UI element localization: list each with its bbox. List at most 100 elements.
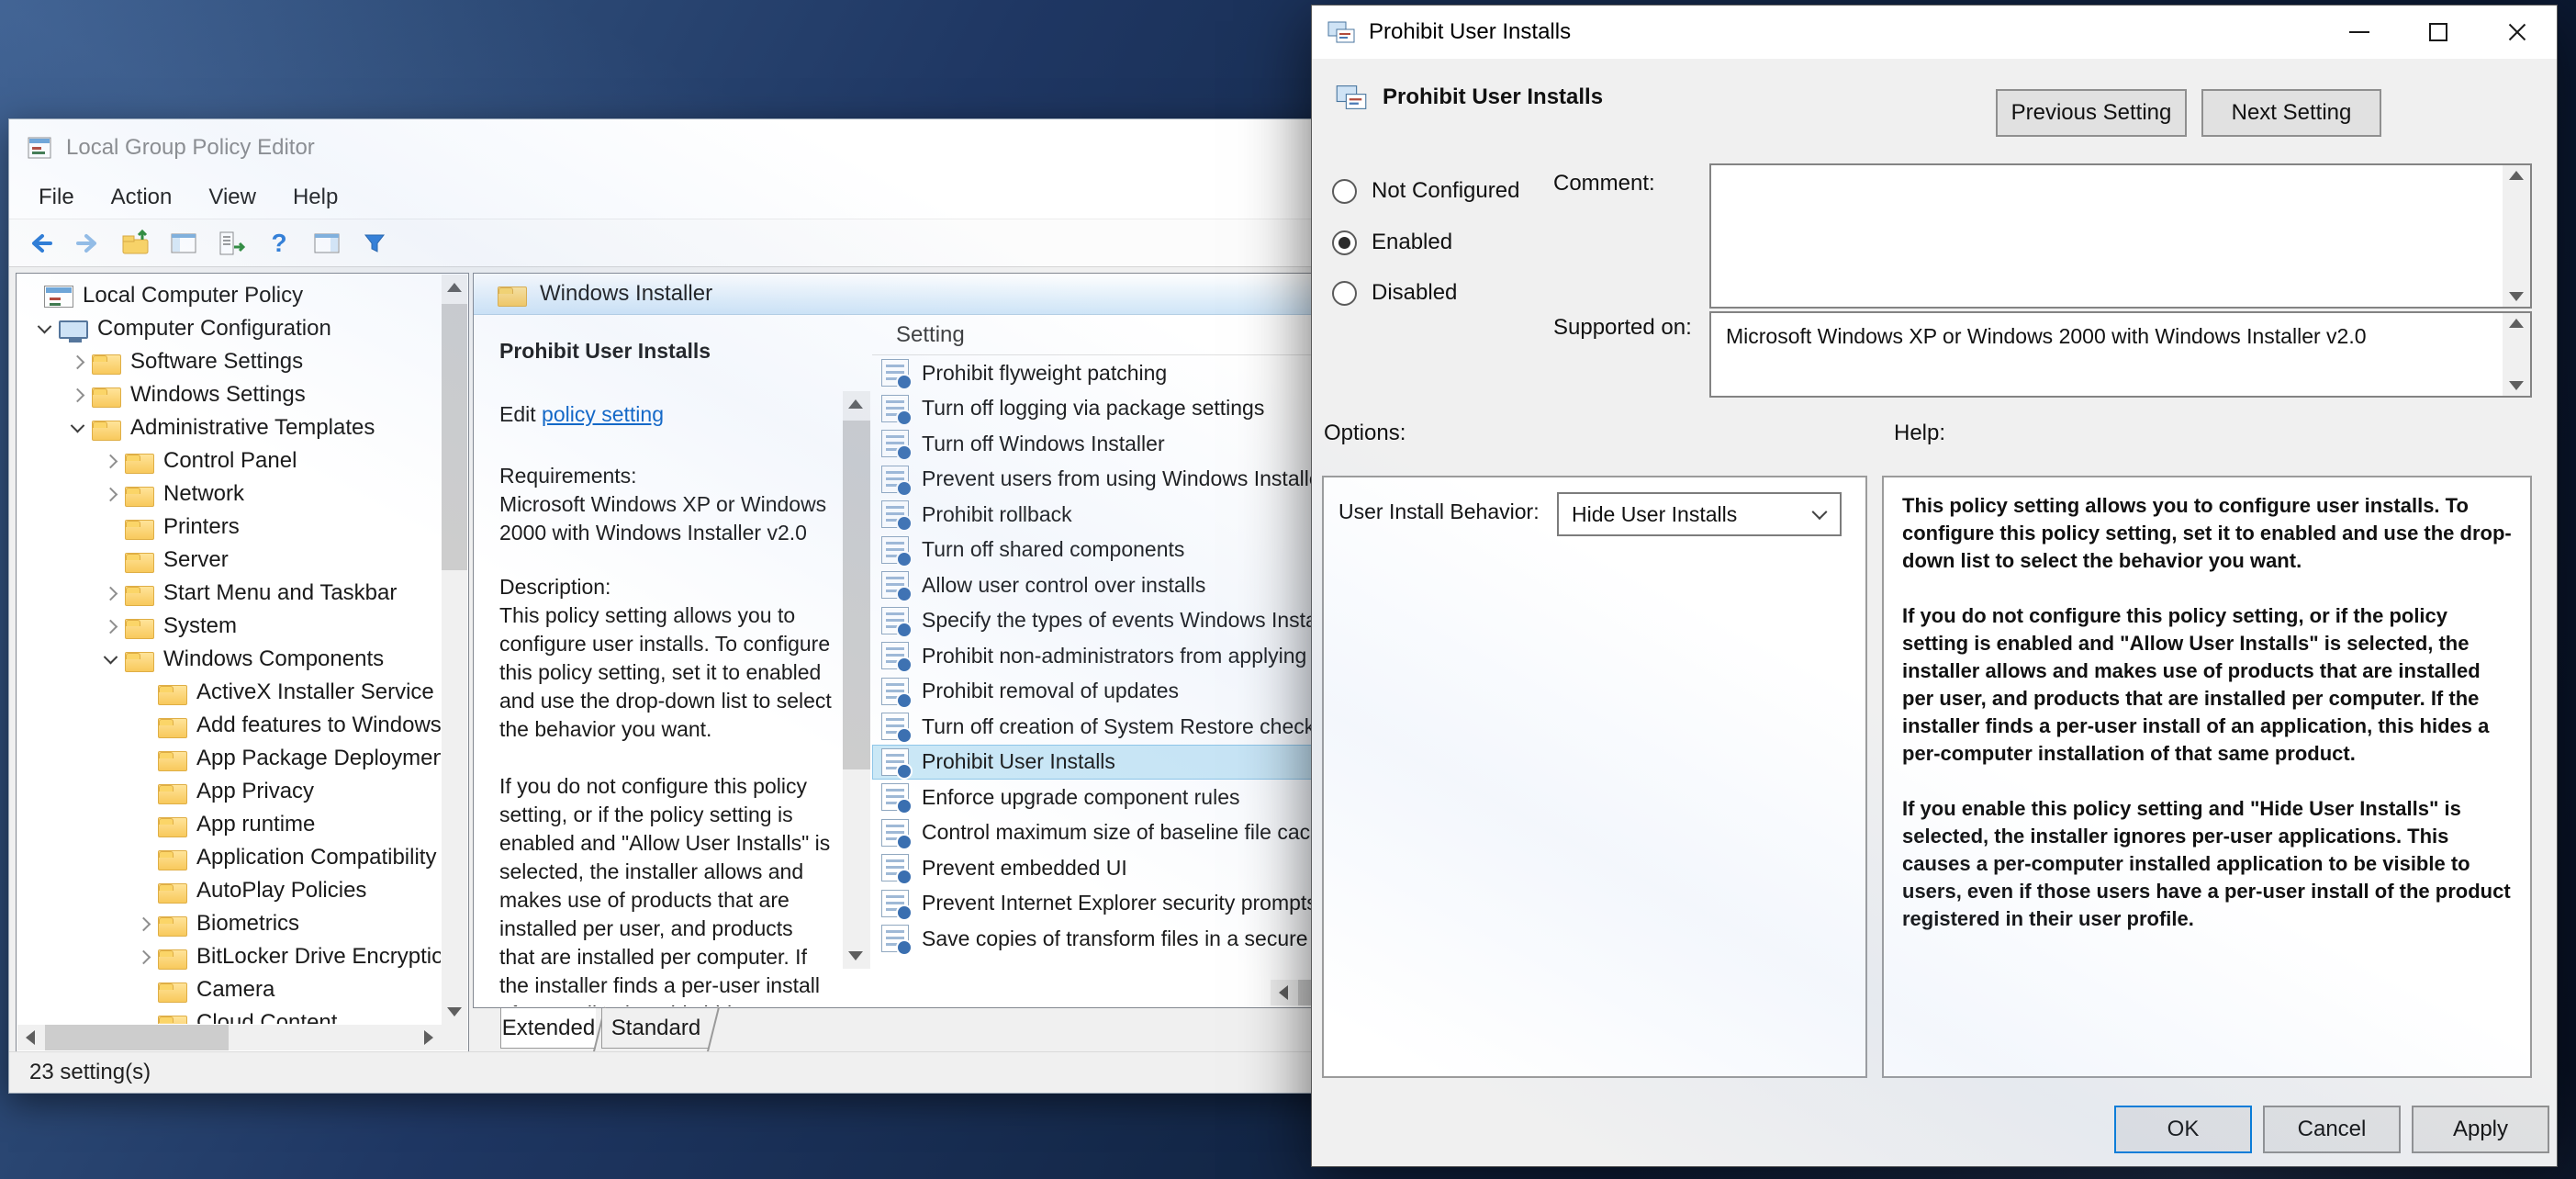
scroll-left-icon[interactable]	[1271, 980, 1296, 1005]
scroll-down-icon[interactable]	[843, 943, 868, 969]
tree-item[interactable]: App Privacy	[17, 775, 441, 808]
tree-item[interactable]: Windows Settings	[17, 378, 441, 411]
minimize-icon[interactable]	[2320, 6, 2399, 59]
forward-icon[interactable]	[72, 227, 105, 260]
list-item[interactable]: Prohibit removal of updates	[872, 674, 1386, 710]
scroll-up-icon[interactable]	[843, 391, 868, 417]
comment-input[interactable]	[1709, 163, 2532, 309]
menu-view[interactable]: View	[190, 185, 274, 210]
tree-item[interactable]: Add features to Windows 10	[17, 709, 441, 742]
chevron-expanded-icon[interactable]	[62, 423, 92, 433]
close-icon[interactable]	[2478, 6, 2557, 59]
scrollbar-thumb[interactable]	[442, 304, 467, 570]
scroll-left-icon[interactable]	[17, 1025, 43, 1050]
radio-circle[interactable]	[1332, 179, 1357, 204]
menu-action[interactable]: Action	[93, 185, 191, 210]
scroll-up-icon[interactable]	[2509, 171, 2524, 180]
radio-circle[interactable]	[1332, 281, 1357, 306]
tab-standard[interactable]: Standard	[601, 1008, 710, 1049]
list-item[interactable]: Save copies of transform files in a secu…	[872, 921, 1386, 957]
tree-item[interactable]: Administrative Templates	[17, 411, 441, 444]
scroll-down-icon[interactable]	[2509, 381, 2524, 390]
radio-disabled[interactable]: Disabled	[1332, 280, 1457, 306]
list-item[interactable]: Turn off shared components	[872, 533, 1386, 568]
list-item[interactable]: Turn off logging via package settings	[872, 391, 1386, 427]
chevron-collapsed-icon[interactable]	[62, 390, 92, 400]
ok-button[interactable]: OK	[2114, 1106, 2252, 1153]
filter-icon[interactable]	[358, 227, 391, 260]
scrollbar-thumb[interactable]	[843, 421, 870, 769]
list-horizontal-scrollbar[interactable]	[1271, 980, 1385, 1005]
tree-item[interactable]: Local Computer Policy	[17, 279, 441, 312]
apply-button[interactable]: Apply	[2412, 1106, 2549, 1153]
export-list-icon[interactable]	[215, 227, 248, 260]
list-item[interactable]: Prevent embedded UI	[872, 850, 1386, 886]
scroll-up-icon[interactable]	[2509, 319, 2524, 328]
list-item[interactable]: Prohibit rollback	[872, 497, 1386, 533]
list-item[interactable]: Enforce upgrade component rules	[872, 780, 1386, 815]
tree-item[interactable]: App runtime	[17, 808, 441, 841]
menu-file[interactable]: File	[20, 185, 93, 210]
list-item[interactable]: Turn off Windows Installer	[872, 426, 1386, 462]
column-header-setting[interactable]: Setting	[872, 315, 1386, 355]
tree-item[interactable]: Biometrics	[17, 907, 441, 940]
comment-scrollbar[interactable]	[2503, 165, 2530, 307]
chevron-collapsed-icon[interactable]	[129, 952, 158, 962]
chevron-collapsed-icon[interactable]	[95, 589, 125, 599]
radio-not-configured[interactable]: Not Configured	[1332, 178, 1519, 204]
list-item[interactable]: Prevent Internet Explorer security promp…	[872, 886, 1386, 922]
chevron-expanded-icon[interactable]	[95, 655, 125, 665]
tree-item[interactable]: Printers	[17, 511, 441, 544]
scroll-right-icon[interactable]	[416, 1025, 442, 1050]
list-item[interactable]: Specify the types of events Windows Inst…	[872, 603, 1386, 639]
edit-policy-setting-link[interactable]: policy setting	[542, 402, 664, 426]
chevron-collapsed-icon[interactable]	[95, 622, 125, 632]
list-item[interactable]: Prevent users from using Windows Install…	[872, 462, 1386, 498]
list-item[interactable]: Allow user control over installs	[872, 567, 1386, 603]
list-item[interactable]: Control maximum size of baseline file ca…	[872, 815, 1386, 851]
cancel-button[interactable]: Cancel	[2263, 1106, 2401, 1153]
radio-enabled[interactable]: Enabled	[1332, 230, 1452, 255]
radio-circle-checked[interactable]	[1332, 230, 1357, 255]
chevron-expanded-icon[interactable]	[29, 324, 59, 334]
show-action-pane-icon[interactable]	[310, 227, 343, 260]
scroll-down-icon[interactable]	[2509, 292, 2524, 301]
tree-item[interactable]: Windows Components	[17, 643, 441, 676]
tree-item[interactable]: Control Panel	[17, 444, 441, 477]
back-icon[interactable]	[24, 227, 57, 260]
supported-scrollbar[interactable]	[2503, 313, 2530, 396]
list-item[interactable]: Prohibit flyweight patching	[872, 355, 1386, 391]
chevron-collapsed-icon[interactable]	[95, 489, 125, 500]
tree-item[interactable]: Start Menu and Taskbar	[17, 577, 441, 610]
list-item[interactable]: Turn off creation of System Restore chec…	[872, 709, 1386, 745]
tree-item[interactable]: Cloud Content	[17, 1006, 441, 1024]
menu-help[interactable]: Help	[274, 185, 356, 210]
list-item[interactable]: Prohibit non-administrators from applyin…	[872, 638, 1386, 674]
supported-on-box[interactable]: Microsoft Windows XP or Windows 2000 wit…	[1709, 311, 2532, 398]
tree-item[interactable]: System	[17, 610, 441, 643]
maximize-icon[interactable]	[2399, 6, 2478, 59]
tree-item[interactable]: ActiveX Installer Service	[17, 676, 441, 709]
tree-item[interactable]: App Package Deployment	[17, 742, 441, 775]
scrollbar-thumb[interactable]	[45, 1025, 229, 1050]
tree-item[interactable]: Application Compatibility	[17, 841, 441, 874]
chevron-collapsed-icon[interactable]	[95, 456, 125, 466]
user-install-behavior-dropdown[interactable]: Hide User Installs	[1557, 492, 1842, 536]
help-icon[interactable]: ?	[263, 227, 296, 260]
tree-vertical-scrollbar[interactable]	[442, 275, 467, 1025]
tree-item[interactable]: Camera	[17, 973, 441, 1006]
next-setting-button[interactable]: Next Setting	[2201, 89, 2381, 137]
chevron-collapsed-icon[interactable]	[129, 919, 158, 929]
description-scrollbar[interactable]	[843, 391, 870, 969]
tree-item[interactable]: Software Settings	[17, 345, 441, 378]
tree-item[interactable]: Server	[17, 544, 441, 577]
tree-horizontal-scrollbar[interactable]	[17, 1025, 442, 1050]
tab-extended[interactable]: Extended	[500, 1008, 596, 1049]
chevron-collapsed-icon[interactable]	[62, 357, 92, 367]
tree-item[interactable]: BitLocker Drive Encryption	[17, 940, 441, 973]
scroll-down-icon[interactable]	[442, 999, 467, 1025]
tree-item[interactable]: AutoPlay Policies	[17, 874, 441, 907]
up-one-level-icon[interactable]	[119, 227, 152, 260]
show-console-tree-icon[interactable]	[167, 227, 200, 260]
scroll-up-icon[interactable]	[442, 275, 467, 300]
